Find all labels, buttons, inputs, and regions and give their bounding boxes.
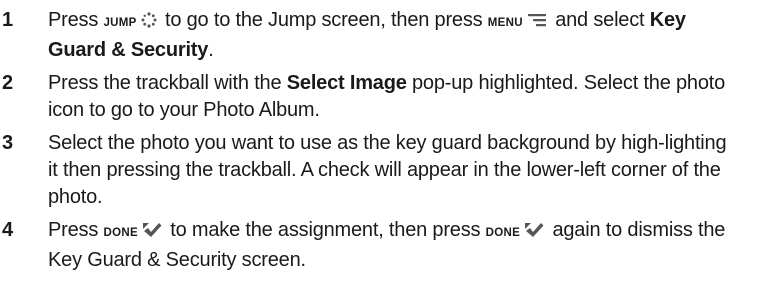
key-label-jump: JUMP	[103, 17, 137, 29]
key-label-done: DONE	[103, 227, 138, 239]
instruction-steps: 1 Press JUMP to go to the Jump screen, t…	[0, 0, 764, 274]
key-label-done: DONE	[485, 227, 521, 239]
step-text-segment: to make the assignment, then press	[164, 219, 486, 241]
done-check-icon	[142, 219, 162, 246]
step-text-segment: to go to the Jump screen, then press	[159, 9, 488, 31]
menu-icon	[527, 9, 547, 36]
step-text: Select the photo you want to use as the …	[48, 130, 728, 211]
jump-icon	[141, 9, 157, 36]
done-check-icon	[524, 219, 544, 246]
step-3: 3 Select the photo you want to use as th…	[0, 130, 764, 211]
step-number: 3	[2, 132, 14, 154]
step-text: Press DONE to make the assignment, then …	[48, 217, 728, 274]
step-1: 1 Press JUMP to go to the Jump screen, t…	[0, 7, 764, 64]
popup-name: Select Image	[286, 72, 407, 94]
step-number: 2	[2, 72, 14, 94]
key-label-menu: MENU	[487, 17, 523, 29]
step-text-segment: Press the trackball with the	[48, 72, 287, 94]
step-text-segment: .	[208, 39, 214, 61]
step-2: 2 Press the trackball with the Select Im…	[0, 70, 764, 124]
step-text-segment: Select the photo you want to use as the …	[48, 132, 727, 208]
step-text: Press the trackball with the Select Imag…	[48, 70, 728, 124]
step-text-segment: Press	[48, 9, 104, 31]
step-number: 1	[2, 9, 14, 31]
step-text: Press JUMP to go to the Jump screen, the…	[48, 7, 728, 64]
step-number: 4	[2, 219, 14, 241]
step-text-segment: and select	[549, 9, 650, 31]
step-4: 4 Press DONE to make the assignment, the…	[0, 217, 764, 274]
step-text-segment: Press	[48, 219, 104, 241]
